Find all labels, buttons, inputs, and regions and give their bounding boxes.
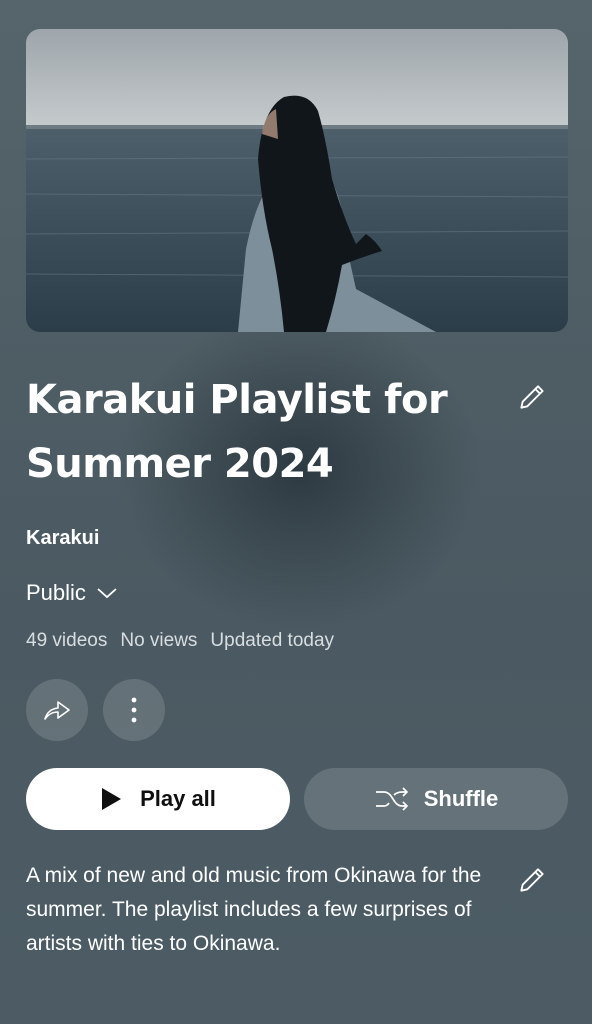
playlist-thumbnail[interactable] [26,29,568,332]
more-vertical-icon [131,697,137,723]
updated-time: Updated today [210,630,335,651]
playlist-title: Karakui Playlist for Summer 2024 [26,377,448,487]
play-all-label: Play all [140,786,216,811]
shuffle-icon [375,787,408,811]
pencil-icon [520,868,544,892]
view-count: No views [120,630,198,651]
edit-description-button[interactable] [512,860,552,900]
play-icon [102,788,122,810]
pencil-icon [520,385,544,409]
thumbnail-image [26,29,568,332]
share-button[interactable] [26,679,88,741]
playlist-description: A mix of new and old music from Okinawa … [26,864,482,955]
shuffle-label: Shuffle [423,786,499,811]
shuffle-button[interactable]: Shuffle [304,768,568,830]
video-count: 49 videos [26,630,108,651]
share-icon [44,701,70,720]
play-all-button[interactable]: Play all [26,768,290,830]
chevron-down-icon [97,588,117,599]
edit-title-button[interactable] [512,377,552,417]
playlist-stats: 49 videos No views Updated today [26,630,334,652]
more-options-button[interactable] [103,679,165,741]
privacy-dropdown[interactable]: Public [26,580,118,606]
playlist-owner[interactable]: Karakui [26,527,99,550]
privacy-label: Public [26,580,86,605]
